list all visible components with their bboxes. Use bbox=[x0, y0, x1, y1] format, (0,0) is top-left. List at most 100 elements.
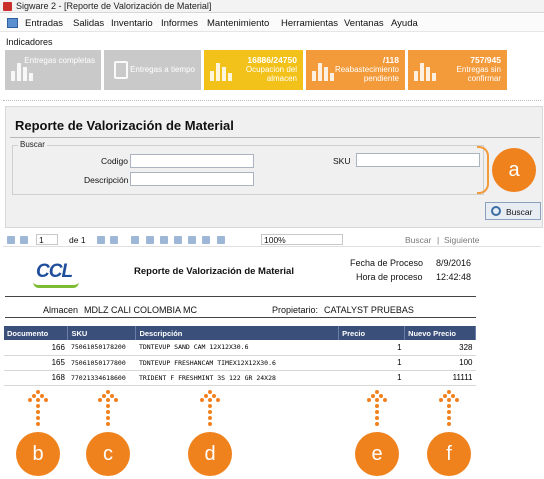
arrow-dot bbox=[36, 422, 40, 426]
arrow-dot bbox=[32, 394, 36, 398]
arrow-dot bbox=[375, 390, 379, 394]
almacen-value: MDLZ CALI COLOMBIA MC bbox=[84, 305, 198, 315]
kpi-entregas-a-tiempo[interactable]: Entregas a tiempo bbox=[104, 50, 201, 90]
report-toolbar: 1 de 1 100% Buscar | Siguiente bbox=[3, 233, 541, 247]
arrow-dot bbox=[200, 398, 204, 402]
menu-herramientas[interactable]: Herramientas bbox=[281, 18, 338, 29]
arrow-dot bbox=[36, 416, 40, 420]
col-precio: Precio bbox=[338, 326, 406, 340]
annotation-f: f bbox=[427, 432, 471, 476]
menu-entradas[interactable]: Entradas bbox=[25, 18, 63, 29]
window-menu-icon[interactable] bbox=[7, 18, 18, 28]
stop-icon[interactable] bbox=[146, 236, 154, 244]
refresh-icon[interactable] bbox=[160, 236, 168, 244]
cell-nuevo-precio: 11111 bbox=[404, 370, 476, 386]
arrow-dot bbox=[367, 398, 371, 402]
menu-ventanas[interactable]: Ventanas bbox=[344, 18, 384, 29]
arrow-dot bbox=[375, 416, 379, 420]
almacen-label: Almacen bbox=[43, 305, 79, 315]
splitter-handle[interactable] bbox=[3, 95, 541, 101]
cell-sku: 77021334618600 bbox=[67, 370, 136, 386]
kpi-entregas-completas[interactable]: Entregas completas bbox=[5, 50, 101, 90]
hora-label: Hora de proceso bbox=[356, 272, 423, 282]
arrow-dot bbox=[375, 422, 379, 426]
arrow-dot bbox=[114, 398, 118, 402]
up-arrow-icon bbox=[365, 390, 389, 430]
kpi-entregas-sin-confirmar[interactable]: 757/945 Entregas sin confirmar bbox=[408, 50, 507, 90]
print-icon[interactable] bbox=[174, 236, 182, 244]
sku-input[interactable] bbox=[356, 153, 480, 167]
descripcion-input[interactable] bbox=[130, 172, 254, 186]
next-page-icon[interactable] bbox=[97, 236, 105, 244]
print-layout-icon[interactable] bbox=[188, 236, 196, 244]
arrow-dot bbox=[106, 390, 110, 394]
arrow-dot bbox=[102, 394, 106, 398]
annotation-bracket-a bbox=[477, 146, 489, 194]
menu-salidas[interactable]: Salidas bbox=[73, 18, 104, 29]
codigo-input[interactable] bbox=[130, 154, 254, 168]
cell-descripcion: TRIDENT F FRESHMINT 3S 122 GR 24X28 bbox=[135, 370, 339, 386]
cell-sku: 75061050177800 bbox=[67, 355, 136, 371]
menu-informes[interactable]: Informes bbox=[161, 18, 198, 29]
zoom-value: 100% bbox=[264, 235, 286, 245]
arrow-dot bbox=[40, 394, 44, 398]
cell-precio: 1 bbox=[338, 340, 405, 356]
arrow-dot bbox=[447, 416, 451, 420]
annotation-b: b bbox=[16, 432, 60, 476]
annotation-d: d bbox=[188, 432, 232, 476]
report-panel: Reporte de Valorización de Material Busc… bbox=[5, 106, 543, 228]
search-group-label: Buscar bbox=[18, 140, 47, 149]
cell-documento: 165 bbox=[4, 355, 68, 371]
sku-label: SKU bbox=[333, 156, 351, 166]
logo-swoosh bbox=[33, 282, 79, 288]
kpi-reabastecimiento[interactable]: /118 Reabastecimiento pendiente bbox=[306, 50, 405, 90]
menu-bar: Entradas Salidas Inventario Informes Man… bbox=[0, 14, 544, 32]
last-page-icon[interactable] bbox=[110, 236, 118, 244]
annotation-c: c bbox=[86, 432, 130, 476]
col-documento: Documento bbox=[4, 326, 69, 340]
search-icon bbox=[491, 206, 501, 216]
kpi-label: Entregas sin confirmar bbox=[456, 65, 501, 83]
cell-precio: 1 bbox=[338, 370, 405, 386]
kpi-label: Ocupacion del almacen bbox=[245, 65, 297, 83]
arrow-dot bbox=[447, 422, 451, 426]
up-arrow-icon bbox=[26, 390, 50, 430]
up-arrow-icon bbox=[198, 390, 222, 430]
arrow-dot bbox=[451, 394, 455, 398]
ccl-logo: CCL bbox=[36, 261, 73, 282]
find-link[interactable]: Buscar bbox=[405, 235, 431, 245]
table-row: 166 75061050178200 TDNTEVUP SAND CAM 12X… bbox=[4, 340, 476, 356]
arrow-dot bbox=[208, 404, 212, 408]
toolbar-separator: | bbox=[437, 235, 440, 245]
table-row: 165 75061050177800 TDNTEVUP FRESHANCAM T… bbox=[4, 355, 476, 371]
kpi-label: Entregas a tiempo bbox=[130, 65, 195, 74]
descripcion-label: Descripción bbox=[84, 175, 129, 185]
buscar-button-label: Buscar bbox=[506, 207, 533, 217]
prev-page-icon[interactable] bbox=[20, 236, 28, 244]
propietario-value: CATALYST PRUEBAS bbox=[324, 305, 414, 315]
back-icon[interactable] bbox=[131, 236, 139, 244]
annotation-e: e bbox=[355, 432, 399, 476]
kpi-ocupacion-almacen[interactable]: 16886/24750 Ocupacion del almacen bbox=[204, 50, 303, 90]
first-page-icon[interactable] bbox=[7, 236, 15, 244]
table-row: 168 77021334618600 TRIDENT F FRESHMINT 3… bbox=[4, 370, 476, 386]
arrow-dot bbox=[439, 398, 443, 402]
page-setup-icon[interactable] bbox=[202, 236, 210, 244]
arrow-dot bbox=[98, 398, 102, 402]
panel-title: Reporte de Valorización de Material bbox=[15, 118, 234, 133]
arrow-dot bbox=[204, 394, 208, 398]
title-bar: Sigware 2 - [Reporte de Valorización de … bbox=[0, 0, 544, 13]
arrow-dot bbox=[216, 398, 220, 402]
cell-documento: 168 bbox=[4, 370, 68, 386]
menu-ayuda[interactable]: Ayuda bbox=[391, 18, 418, 29]
menu-mantenimiento[interactable]: Mantenimiento bbox=[207, 18, 269, 29]
cell-nuevo-precio: 328 bbox=[404, 340, 476, 356]
buscar-button[interactable]: Buscar bbox=[485, 202, 541, 220]
hora-value: 12:42:48 bbox=[436, 272, 472, 282]
menu-inventario[interactable]: Inventario bbox=[111, 18, 153, 29]
export-icon[interactable] bbox=[217, 236, 225, 244]
report-table: Documento SKU Descripción Precio Nuevo P… bbox=[4, 326, 476, 386]
fecha-label: Fecha de Proceso bbox=[350, 258, 424, 268]
col-sku: SKU bbox=[67, 326, 137, 340]
next-link[interactable]: Siguiente bbox=[444, 235, 479, 245]
